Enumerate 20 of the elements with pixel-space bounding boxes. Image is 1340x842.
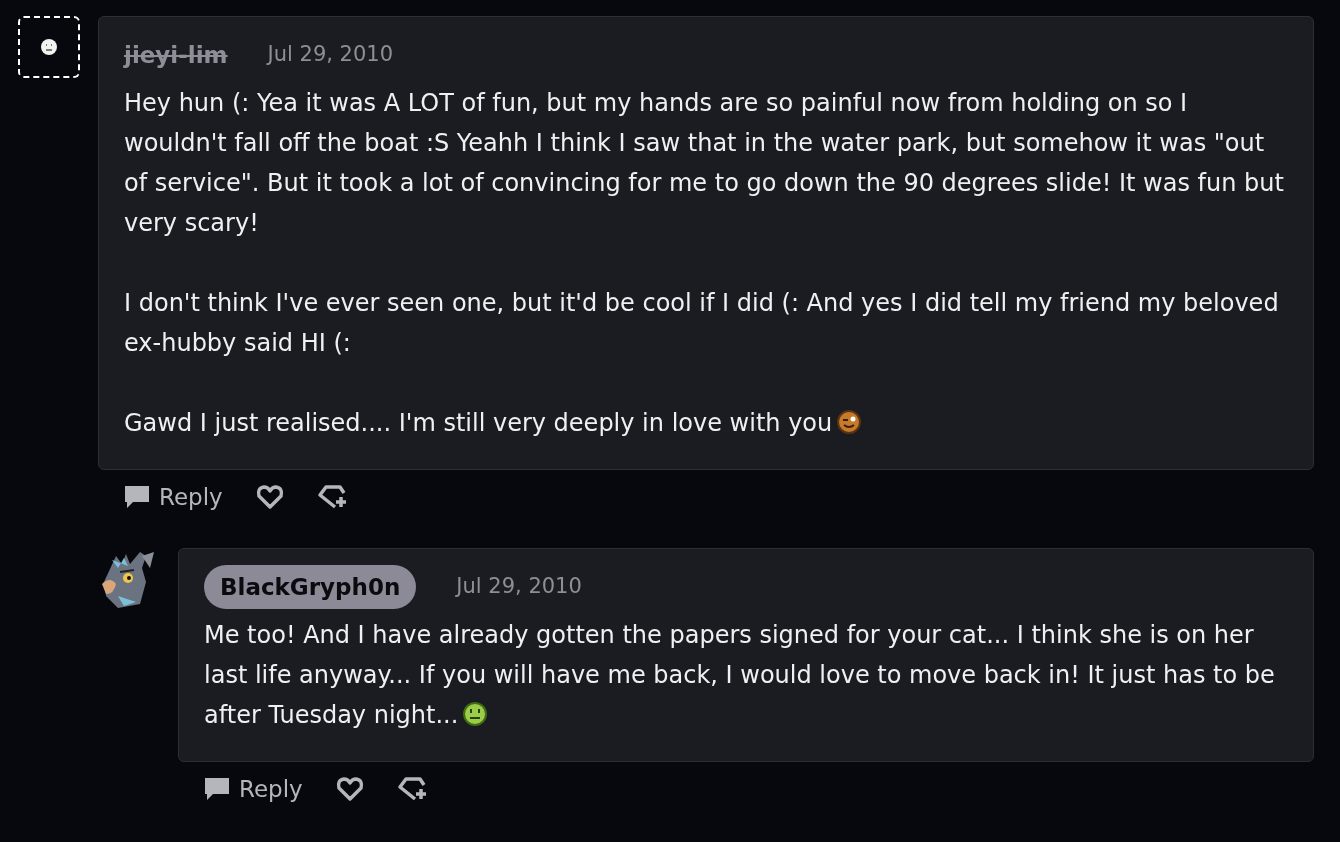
speech-bubble-icon (203, 775, 231, 803)
speech-bubble-icon (123, 483, 151, 511)
tag-plus-icon[interactable] (316, 483, 349, 511)
username-badge[interactable]: BlackGryph0n (204, 564, 417, 610)
comment-date: Jul 29, 2010 (267, 41, 394, 69)
comment-text: Me too! And I have already gotten the papers signed for your cat... I think she is on her last life anyway... If you will have me back, I would love to move back in! It just has to be after Tuesday night... (204, 620, 1276, 731)
heart-icon[interactable] (254, 483, 285, 511)
sick-emoji-icon (462, 701, 489, 727)
comment-text: I don't think I've ever seen one, but it'd be cool if I did (: And yes I did tell my friend my beloved ex-hubby said HI (: (124, 288, 1280, 359)
reply-button[interactable]: Reply (123, 479, 223, 515)
avatar-frame[interactable] (18, 16, 80, 78)
tag-plus-icon[interactable] (396, 775, 429, 803)
heart-icon[interactable] (334, 775, 365, 803)
winking-emoji-icon (836, 409, 863, 435)
comment-date: Jul 29, 2010 (456, 573, 582, 601)
comment-text: Hey hun (: Yea it was A LOT of fun, but my hands are so painful now from holding on so I wouldn't fall off the boat :S Yeahh I think I saw that in the water park, but somehow it was "out of service". But it took a lot of convincing for me to go down the 90 degrees slide! It was fun but very scary! (124, 88, 1285, 239)
deleted-username[interactable]: jieyi-lim (124, 37, 228, 73)
reply-button[interactable]: Reply (203, 771, 303, 807)
comment-text: Gawd I just realised.... I'm still very deeply in love with you (124, 403, 1289, 443)
face-icon (40, 38, 58, 56)
